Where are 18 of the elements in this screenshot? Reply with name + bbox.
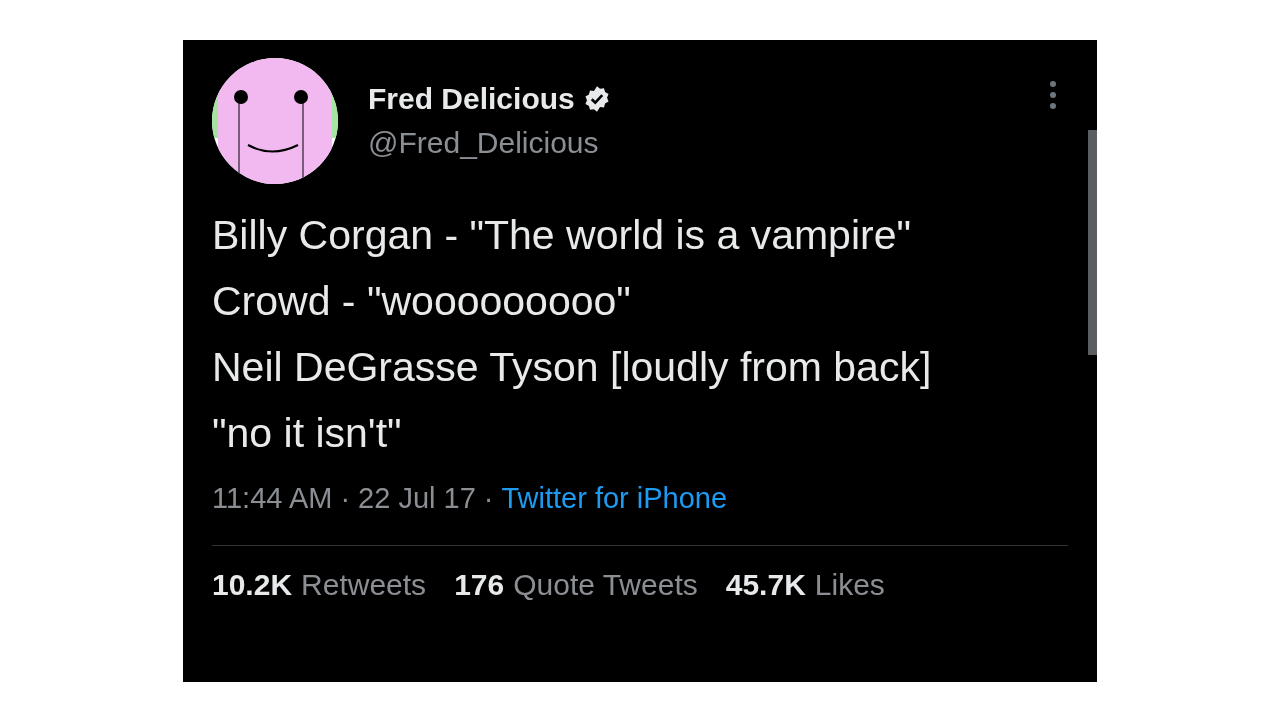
separator-dot: · <box>483 482 494 515</box>
tweet-date: 22 Jul 17 <box>358 482 476 515</box>
stat-label[interactable]: Likes <box>814 568 885 602</box>
author-name[interactable]: Fred Delicious <box>368 82 575 116</box>
tweet-text: Crowd - "wooooooooo" <box>212 277 632 326</box>
stat-label[interactable]: Retweets <box>301 568 427 602</box>
stat-count[interactable]: 176 <box>454 568 505 602</box>
stat-count[interactable]: 10.2K <box>212 568 293 602</box>
tweet-text: Neil DeGrasse Tyson [loudly from back] "no it isn't" <box>212 343 933 458</box>
scrollbar[interactable] <box>1088 130 1097 355</box>
stat-count[interactable]: 45.7K <box>725 568 806 602</box>
tweet-text: Billy Corgan - "The world is a vampire" <box>212 211 912 260</box>
stat-label[interactable]: Quote Tweets <box>513 568 698 602</box>
source-link[interactable]: Twitter for iPhone <box>501 482 728 515</box>
more-options-icon[interactable] <box>1049 80 1057 110</box>
tweet-time: 11:44 AM <box>212 482 333 515</box>
author-handle[interactable]: @Fred_Delicious <box>368 126 611 160</box>
separator-dot: · <box>340 482 351 515</box>
